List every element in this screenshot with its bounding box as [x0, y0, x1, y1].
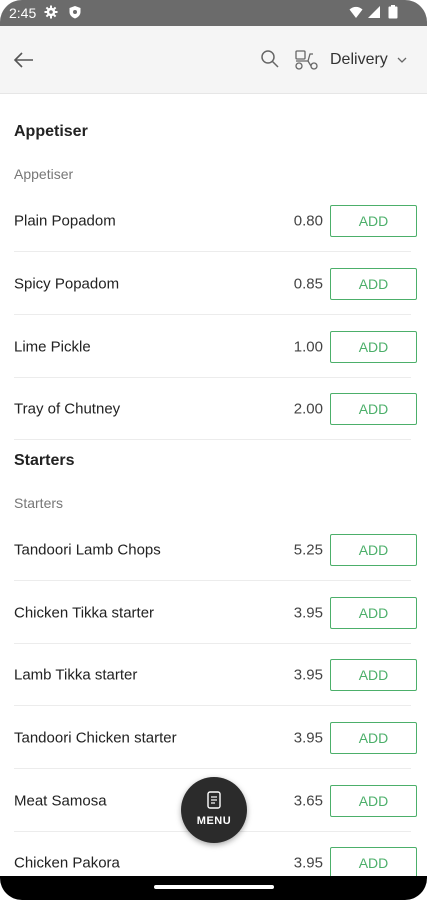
item-name: Tray of Chutney: [14, 400, 121, 417]
menu-document-icon: [207, 791, 221, 809]
menu-item-chicken-tikka-starter: Chicken Tikka starter 3.95 ADD: [14, 582, 417, 644]
add-button[interactable]: ADD: [330, 846, 417, 879]
home-gesture-handle[interactable]: [154, 885, 274, 889]
scooter-icon: [295, 50, 318, 70]
shield-icon: [69, 6, 81, 19]
menu-item-lamb-tikka-starter: Lamb Tikka starter 3.95 ADD: [14, 644, 417, 706]
gear-icon: [44, 5, 58, 19]
item-price: 2.00: [293, 400, 323, 417]
add-button[interactable]: ADD: [330, 392, 417, 425]
signal-icon: [368, 6, 380, 18]
search-icon[interactable]: [260, 49, 280, 69]
delivery-label: Delivery: [330, 51, 388, 68]
item-price: 3.95: [293, 666, 323, 683]
add-button[interactable]: ADD: [330, 533, 417, 566]
menu-item-tandoori-chicken-starter: Tandoori Chicken starter 3.95 ADD: [14, 707, 417, 769]
menu-item-lime-pickle: Lime Pickle 1.00 ADD: [14, 316, 417, 378]
add-button[interactable]: ADD: [330, 721, 417, 754]
status-time: 2:45: [9, 5, 37, 21]
menu-item-plain-popadom: Plain Popadom 0.80 ADD: [14, 190, 417, 252]
item-name: Meat Samosa: [14, 792, 107, 809]
back-arrow-icon[interactable]: [12, 48, 36, 72]
add-button[interactable]: ADD: [330, 267, 417, 300]
wifi-icon: [349, 6, 363, 18]
item-price: 0.80: [293, 212, 323, 229]
item-price: 5.25: [293, 541, 323, 558]
menu-item-tandoori-lamb-chops: Tandoori Lamb Chops 5.25 ADD: [14, 519, 417, 581]
battery-icon: [388, 5, 398, 19]
item-name: Plain Popadom: [14, 212, 116, 229]
subsection-title-appetiser: Appetiser: [14, 166, 74, 182]
item-name: Lime Pickle: [14, 338, 91, 355]
item-price: 3.65: [293, 792, 323, 809]
subsection-title-starters: Starters: [14, 495, 64, 511]
item-name: Chicken Pakora: [14, 854, 120, 871]
menu-item-tray-of-chutney: Tray of Chutney 2.00 ADD: [14, 378, 417, 440]
item-price: 1.00: [293, 338, 323, 355]
item-price: 0.85: [293, 275, 323, 292]
add-button[interactable]: ADD: [330, 204, 417, 237]
item-price: 3.95: [293, 729, 323, 746]
status-bar: 2:45: [0, 0, 427, 26]
item-name: Tandoori Chicken starter: [14, 729, 177, 746]
system-nav-bar: [0, 876, 427, 900]
menu-item-spicy-popadom: Spicy Popadom 0.85 ADD: [14, 253, 417, 315]
item-name: Spicy Popadom: [14, 275, 120, 292]
add-button[interactable]: ADD: [330, 330, 417, 363]
add-button[interactable]: ADD: [330, 596, 417, 629]
menu-fab-label: MENU: [196, 815, 232, 827]
add-button[interactable]: ADD: [330, 658, 417, 691]
item-name: Lamb Tikka starter: [14, 666, 138, 683]
section-title-appetiser: Appetiser: [14, 123, 88, 140]
item-price: 3.95: [293, 604, 323, 621]
item-price: 3.95: [293, 854, 323, 871]
menu-fab-button[interactable]: MENU: [181, 777, 247, 843]
chevron-down-icon: [397, 57, 407, 63]
section-title-starters: Starters: [14, 452, 75, 469]
add-button[interactable]: ADD: [330, 784, 417, 817]
delivery-selector[interactable]: Delivery: [294, 46, 408, 74]
app-header: Delivery: [0, 26, 427, 94]
item-name: Tandoori Lamb Chops: [14, 541, 161, 558]
item-name: Chicken Tikka starter: [14, 604, 155, 621]
